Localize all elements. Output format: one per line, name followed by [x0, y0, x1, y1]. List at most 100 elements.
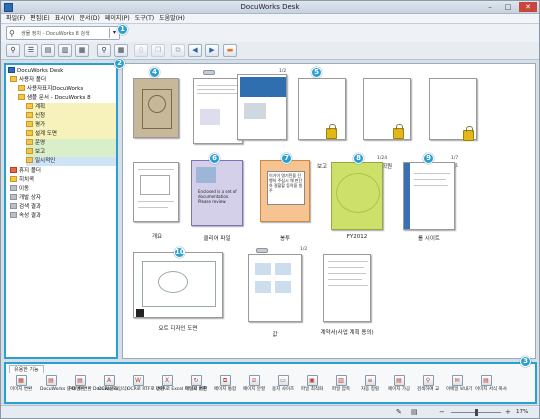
search-row: ⚲ 생물 정치 - DocuWorks 8 검색 ▾ [1, 24, 539, 42]
tree-item[interactable]: 검색 결과 [10, 203, 116, 212]
tree-item-user-folder[interactable]: 사용자 폴더 [10, 76, 116, 85]
thumbnail-grid-icon[interactable]: ▦ [114, 44, 128, 57]
app-window: DocuWorks Desk – □ ✕ 파일(F) 편집(E) 표시(V) 문… [0, 0, 540, 419]
view-list-icon[interactable]: ☰ [24, 44, 38, 57]
plugin-button[interactable]: ▤ 페이지 가공 [388, 375, 410, 392]
folder-icon [10, 76, 17, 82]
document-label: FY2012 [346, 234, 368, 240]
page-count: 1/24 [377, 156, 388, 161]
plugin-button[interactable]: ✉ 이메일 보내기 [446, 375, 472, 392]
folder-icon [10, 176, 17, 182]
page-process-icon: ▤ [393, 375, 405, 386]
forward-arrow-icon[interactable]: ▶ [205, 44, 219, 57]
tree-item[interactable]: 평가 [26, 121, 116, 130]
merge-pages-icon: ⧉ [219, 375, 231, 386]
plugin-button[interactable]: ▭ 용지 사이즈 [272, 375, 294, 392]
tree-item[interactable]: 샘플 문서 - DocuWorks 8 [18, 94, 116, 103]
pdf-icon: ▤ [74, 375, 86, 386]
binoculars-icon[interactable]: ⚲ [6, 44, 20, 57]
plugin-button[interactable]: A OCR(문자인식) [98, 375, 128, 392]
search-box[interactable]: ⚲ 생물 정치 - DocuWorks 8 검색 ▾ [6, 26, 120, 40]
tree-item[interactable]: 속성 결과 [10, 212, 116, 221]
binoculars-icon: ⚲ [9, 29, 15, 38]
callout-marker: 7 [281, 153, 292, 164]
plugin-button[interactable]: ▦ 이미지 변환 [10, 375, 32, 392]
document-label: 계약서(사업 계획 용의) [320, 330, 374, 336]
plugin-button[interactable]: ▣ 파일 최적화 [301, 375, 323, 392]
callout-marker: 2 [114, 58, 125, 69]
back-arrow-icon[interactable]: ◀ [188, 44, 202, 57]
menu-document[interactable]: 문서(D) [80, 14, 105, 23]
tab-useful-functions[interactable]: 유용한 기능 [9, 365, 44, 373]
menu-edit[interactable]: 편집(E) [30, 14, 55, 23]
paste-icon[interactable]: ▯ [134, 44, 148, 57]
plugin-button[interactable]: ▥ 파일 압축 [330, 375, 352, 392]
menu-bar: 파일(F) 편집(E) 표시(V) 문서(D) 페이지(P) 도구(T) 도움말… [1, 14, 539, 24]
paper-size-icon: ▭ [277, 375, 289, 386]
merge-icon[interactable]: ⧉ [171, 44, 185, 57]
tree-item[interactable]: 설계 도면 [26, 130, 116, 139]
tree-item[interactable]: 개발 상자 [10, 194, 116, 203]
plugin-button[interactable]: ⧄ 페이지 분할 [243, 375, 265, 392]
callout-marker: 6 [209, 153, 220, 164]
plugin-button[interactable]: ≡ 자동 정렬 [359, 375, 381, 392]
plugin-button[interactable]: ⚲ 검색하여 교 [417, 375, 439, 392]
tree-item-desk[interactable]: DocuWorks Desk [8, 67, 116, 76]
title-bar: DocuWorks Desk – □ ✕ [1, 1, 539, 14]
email-icon: ✉ [451, 375, 463, 386]
tree-item[interactable]: 신청 [26, 112, 116, 121]
menu-help[interactable]: 도움말(H) [159, 14, 190, 23]
callout-marker: 3 [520, 356, 531, 367]
pen-icon[interactable]: ✎ [396, 408, 402, 416]
tree-item[interactable]: 보고 [26, 148, 116, 157]
close-button[interactable]: ✕ [519, 2, 537, 12]
callout-marker: 1 [117, 24, 128, 35]
plugin-button[interactable]: X OCR로 Excel 파일로 변환 [156, 375, 207, 392]
document-label: 클리어 파일 [203, 236, 231, 242]
document-area[interactable]: 요트 디자인 도면 1/2 1-2 보고 회원 [122, 63, 536, 359]
folder-icon [26, 103, 33, 109]
tree-item[interactable]: 이동 [10, 185, 116, 194]
tree-item[interactable]: 계획 [26, 103, 116, 112]
search-binoculars-icon[interactable]: ⚲ [97, 44, 111, 57]
menu-tools[interactable]: 도구(T) [135, 14, 159, 23]
zoom-slider-thumb[interactable] [475, 409, 478, 416]
zoom-out-button[interactable]: − [439, 408, 445, 416]
sort-icon: ≡ [364, 375, 376, 386]
plugin-button[interactable]: W OCR로 RTF로 변환 [127, 375, 164, 392]
tree-item[interactable]: 일시적인 [26, 157, 116, 166]
callout-marker: 10 [174, 247, 185, 258]
plugin-button[interactable]: ▤ 이미지 서식 복사 [475, 375, 507, 392]
callout-marker: 5 [311, 67, 322, 78]
view-split-icon[interactable]: ▦ [75, 44, 89, 57]
menu-file[interactable]: 파일(F) [6, 14, 30, 23]
folder-icon [18, 85, 25, 91]
folder-icon[interactable]: ▬ [223, 44, 237, 57]
plugin-button[interactable]: ▤ DocuWorks 문서 변환 [40, 375, 85, 392]
maximize-button[interactable]: □ [501, 2, 515, 12]
plugin-button[interactable]: ↻ 이미지 회전 [185, 375, 207, 392]
folder-tree-panel[interactable]: DocuWorks Desk 사용자 폴더 사용자표지DocuWorks 샘플 … [4, 63, 118, 359]
view-panel-icon[interactable]: ▥ [58, 44, 72, 57]
zoom-level: 17% [516, 409, 529, 415]
lock-icon [463, 126, 474, 141]
tree-item-trash-folder[interactable]: 휴지 폴더 [10, 167, 116, 176]
minimize-button[interactable]: – [483, 2, 497, 12]
menu-view[interactable]: 표시(V) [55, 14, 80, 23]
zoom-in-button[interactable]: + [505, 408, 511, 416]
tree-item[interactable]: 운영 [26, 139, 116, 148]
search-input[interactable]: 생물 정치 - DocuWorks 8 검색 [21, 30, 90, 37]
menu-page[interactable]: 페이지(P) [105, 14, 135, 23]
view-icon[interactable]: ▤ [411, 408, 418, 416]
image-convert-icon: ▦ [15, 375, 27, 386]
view-tree-icon[interactable]: ▤ [41, 44, 55, 57]
copy-icon[interactable]: ❐ [151, 44, 165, 57]
tree-item[interactable]: 사용자표지DocuWorks [18, 85, 116, 94]
toolbar: ⚲ ☰ ▤ ▥ ▦ ⚲ ▦ ▯ ❐ ⧉ ◀ ▶ ▬ [1, 42, 539, 60]
plugin-button[interactable]: ⧉ 페이지 통합 [214, 375, 236, 392]
plugin-button[interactable]: ▤ PDF로 변환 DocuWorks... [69, 375, 123, 392]
trash-folder-icon [10, 167, 17, 173]
tree-item[interactable]: 히치콕 [10, 176, 116, 185]
rtf-icon: W [132, 375, 144, 386]
document-label: 봉투 [279, 236, 291, 242]
